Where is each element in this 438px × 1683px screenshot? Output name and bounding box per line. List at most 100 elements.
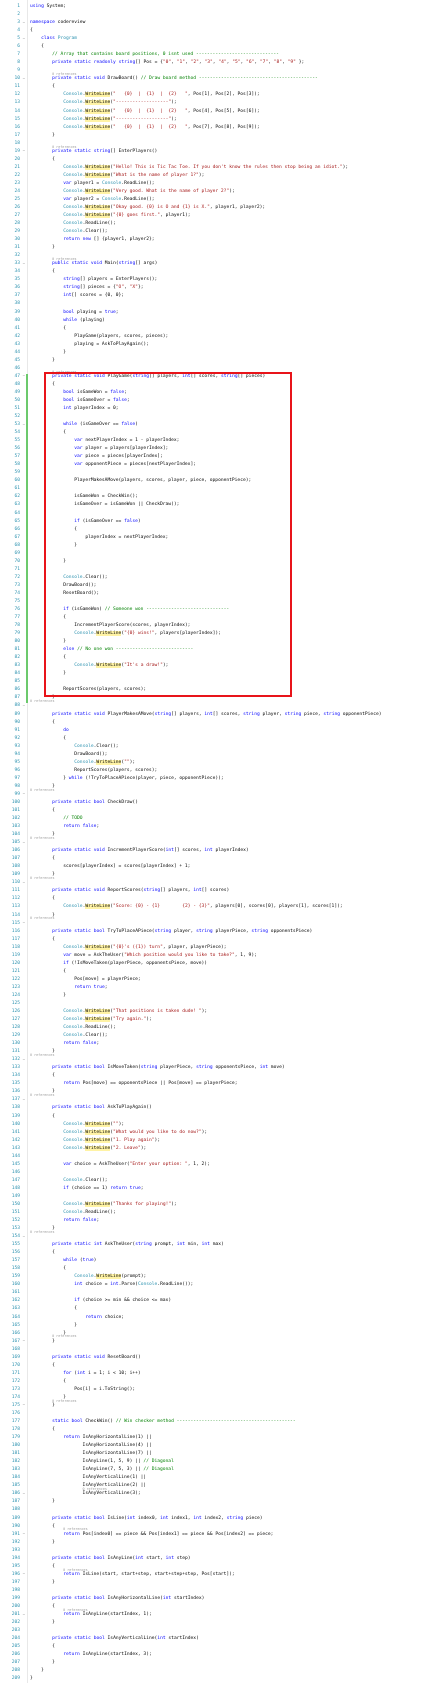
references-codelens[interactable]: 0 references — [30, 788, 55, 792]
code-line[interactable]: namespace codereview — [30, 20, 85, 25]
code-line[interactable]: var move = AskTheUser("Which position wo… — [30, 953, 257, 958]
code-line[interactable]: private static bool IsAnyLine(int start,… — [30, 1556, 190, 1561]
fold-toggle-icon[interactable]: − — [22, 1234, 26, 1239]
fold-toggle-icon[interactable]: − — [22, 792, 26, 796]
code-line[interactable]: if (choice == 1) return true; — [30, 1186, 143, 1191]
code-line[interactable]: Console.WriteLine("Score: {0} - {1} {2} … — [30, 904, 343, 910]
code-line[interactable]: } — [30, 993, 66, 998]
code-line[interactable]: scores[playerIndex] = scores[playerIndex… — [30, 864, 190, 869]
code-line[interactable]: { — [30, 1379, 66, 1384]
code-line[interactable]: Console.WriteLine("Very good. What is th… — [30, 188, 235, 194]
code-line[interactable]: private static bool IsMoveTaken(string p… — [30, 1065, 285, 1070]
code-line[interactable]: private static void ResetBoard() — [30, 1355, 141, 1360]
code-line[interactable]: Console.WriteLine("Okay good. {0} is O a… — [30, 205, 265, 210]
references-codelens[interactable]: 0 references — [30, 917, 55, 920]
code-line[interactable]: } — [30, 1540, 55, 1545]
code-line[interactable]: private static void DrawBoard() // Draw … — [30, 76, 318, 81]
code-line[interactable]: } — [30, 1660, 55, 1665]
code-line[interactable]: Console.Clear(); — [30, 1178, 107, 1183]
code-line[interactable]: { — [30, 1427, 55, 1432]
code-line[interactable]: return false; — [30, 1218, 99, 1223]
code-line[interactable]: return false; — [30, 824, 99, 829]
code-line[interactable]: { — [30, 896, 55, 901]
fold-toggle-icon[interactable]: − — [22, 1572, 26, 1576]
code-line[interactable]: private static bool IsAnyVerticalLine(in… — [30, 1636, 199, 1641]
fold-toggle-icon[interactable]: − — [22, 840, 26, 845]
references-codelens[interactable]: 0 references — [52, 1335, 77, 1338]
code-line[interactable]: } — [30, 1499, 55, 1504]
code-line[interactable]: Console.WriteLine("{0}'s ({1}) turn", pl… — [30, 944, 226, 950]
code-line[interactable]: Console.WriteLine("-------------------")… — [30, 116, 177, 122]
code-line[interactable]: while (true) — [30, 1258, 96, 1263]
code-line[interactable]: return Pos[move] == opponentsPiece || Po… — [30, 1081, 237, 1086]
code-line[interactable]: { — [30, 1114, 55, 1119]
code-line[interactable]: } — [30, 358, 55, 363]
code-line[interactable]: private static void ReportScores(string[… — [30, 888, 229, 893]
code-line[interactable]: Console.Clear(); — [30, 229, 107, 234]
fold-toggle-icon[interactable]: − — [22, 1491, 26, 1496]
code-line[interactable]: for (int i = 1; i < 10; i++) — [30, 1371, 141, 1376]
code-line[interactable]: Console.Clear(); — [30, 1033, 107, 1038]
code-line[interactable]: { — [30, 1266, 66, 1271]
fold-toggle-icon[interactable]: − — [22, 921, 26, 925]
code-line[interactable]: IsAnyHorizontalLine(7) || — [30, 1451, 152, 1456]
fold-toggle-icon[interactable]: − — [22, 36, 26, 41]
code-line[interactable]: } — [30, 1403, 55, 1408]
code-line[interactable]: return new [] {player1, player2}; — [30, 237, 154, 242]
code-line[interactable]: private static bool TryToPlaceAPiece(str… — [30, 929, 312, 934]
code-line[interactable]: Console.WriteLine("What would you like t… — [30, 1129, 207, 1135]
code-line[interactable]: { — [30, 28, 33, 33]
fold-toggle-icon[interactable]: − — [22, 1097, 26, 1102]
code-line[interactable]: Console.WriteLine(prompt); — [30, 1274, 146, 1280]
fold-toggle-icon[interactable]: − — [22, 76, 26, 81]
code-line[interactable]: if (!IsMoveTaken(playerPiece, opponentsP… — [30, 961, 207, 966]
code-line[interactable]: } — [30, 350, 66, 355]
code-line[interactable]: return true; — [30, 985, 107, 990]
code-line[interactable]: Pos[i] = i.ToString(); — [30, 1387, 135, 1392]
code-line[interactable]: Console.WriteLine("Hello! This is Tic Ta… — [30, 164, 348, 170]
code-line[interactable]: class Program — [30, 36, 77, 41]
references-codelens[interactable]: 0 references — [30, 1094, 55, 1097]
code-line[interactable]: return false; — [30, 1041, 99, 1046]
fold-toggle-icon[interactable]: − — [22, 149, 26, 153]
code-line[interactable]: var choice = AskTheUser("Enter your opti… — [30, 1162, 210, 1167]
code-line[interactable]: private static string[] EnterPlayers() — [30, 149, 157, 154]
code-line[interactable]: string[] players = EnterPlayers(); — [30, 277, 157, 282]
code-line[interactable]: { — [30, 44, 44, 49]
code-line[interactable]: private static void PlayerMakesAMove(str… — [30, 712, 381, 717]
code-line[interactable]: { — [30, 1644, 55, 1649]
code-line[interactable]: IsAnyVerticalLine(3); — [30, 1491, 141, 1496]
code-line[interactable]: int[] scores = {0, 0}; — [30, 293, 124, 298]
code-line[interactable]: { — [30, 1524, 55, 1529]
code-line[interactable]: } — [30, 1323, 77, 1328]
code-line[interactable]: while (playing) — [30, 318, 105, 323]
code-line[interactable]: Console.WriteLine("-------------------")… — [30, 100, 177, 106]
fold-toggle-icon[interactable]: − — [22, 1339, 26, 1343]
code-line[interactable]: private static readonly string[] Pos = {… — [30, 60, 304, 65]
code-line[interactable]: } — [30, 133, 55, 138]
code-line[interactable]: Console.WriteLine("1. Play again"); — [30, 1137, 160, 1143]
code-line[interactable]: { — [30, 1604, 55, 1609]
fold-toggle-icon[interactable]: − — [22, 880, 26, 885]
fold-toggle-icon[interactable]: − — [22, 1532, 26, 1536]
code-line[interactable]: IsAnyLine(1, 5, 9) || // Diagonal — [30, 1459, 174, 1464]
references-codelens[interactable]: 0 references — [30, 876, 55, 880]
code-line[interactable]: PlayGame(players, scores, pieces); — [30, 334, 168, 339]
references-codelens[interactable]: 0 references — [30, 700, 55, 703]
fold-toggle-icon[interactable]: − — [22, 261, 26, 266]
fold-toggle-icon[interactable]: − — [22, 1057, 26, 1062]
code-line[interactable]: public static void Main(string[] args) — [30, 261, 157, 266]
code-line[interactable]: } — [30, 1580, 55, 1585]
code-line[interactable]: { — [30, 269, 55, 274]
code-line[interactable]: { — [30, 808, 55, 813]
code-line[interactable]: Console.WriteLine("That positions is tak… — [30, 1009, 207, 1014]
code-line[interactable]: { — [30, 157, 55, 162]
code-line[interactable]: Console.WriteLine("2. Leave"); — [30, 1145, 146, 1151]
fold-toggle-icon[interactable]: − — [22, 703, 26, 708]
code-line[interactable]: return IsAnyHorizontalLine(1) || — [30, 1435, 152, 1440]
code-line[interactable]: { — [30, 1306, 77, 1311]
code-line[interactable]: return IsAnyLine(startIndex, 1); — [30, 1612, 152, 1617]
code-line[interactable]: { — [30, 969, 66, 974]
code-line[interactable]: var player1 = Console.ReadLine(); — [30, 181, 154, 186]
code-line[interactable]: private static bool AskToPlayAgain() — [30, 1105, 152, 1110]
